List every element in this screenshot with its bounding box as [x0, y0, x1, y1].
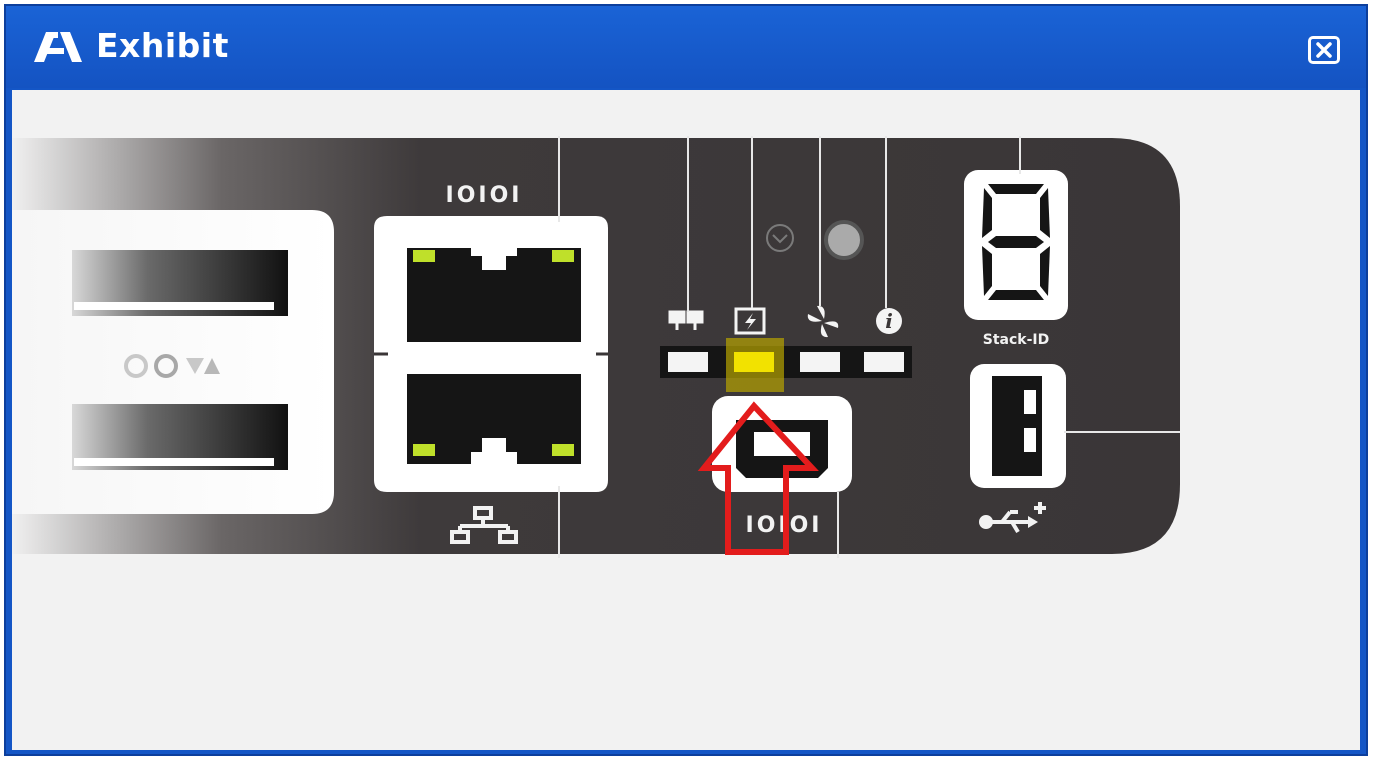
port-led-bottom-left	[413, 444, 435, 456]
fan-led	[800, 352, 840, 372]
exhibit-window: Exhibit IOIOI i IOIOI Stack-ID	[4, 4, 1368, 756]
info-led	[864, 352, 904, 372]
switch-front-panel: IOIOI i IOIOI Stack-ID	[12, 136, 1180, 558]
port-led-top-right	[552, 250, 574, 262]
close-button[interactable]	[1308, 36, 1340, 64]
console-label-top: IOIOI	[446, 183, 523, 208]
power-led	[734, 352, 774, 372]
system-led	[668, 352, 708, 372]
exhibit-content: IOIOI i IOIOI Stack-ID	[12, 90, 1360, 750]
reset-button[interactable]	[824, 220, 864, 260]
sfp-module	[12, 210, 334, 514]
window-title: Exhibit	[96, 26, 229, 65]
info-icon: i	[876, 308, 902, 334]
port-led-top-left	[413, 250, 435, 262]
svg-text:i: i	[885, 309, 893, 333]
stack-id-label: Stack-ID	[983, 332, 1049, 348]
network-ports: IOIOI	[374, 183, 608, 544]
port-led-bottom-right	[552, 444, 574, 456]
title-bar: Exhibit	[6, 6, 1366, 88]
close-icon	[1316, 42, 1332, 58]
exhibit-icon	[34, 32, 82, 62]
